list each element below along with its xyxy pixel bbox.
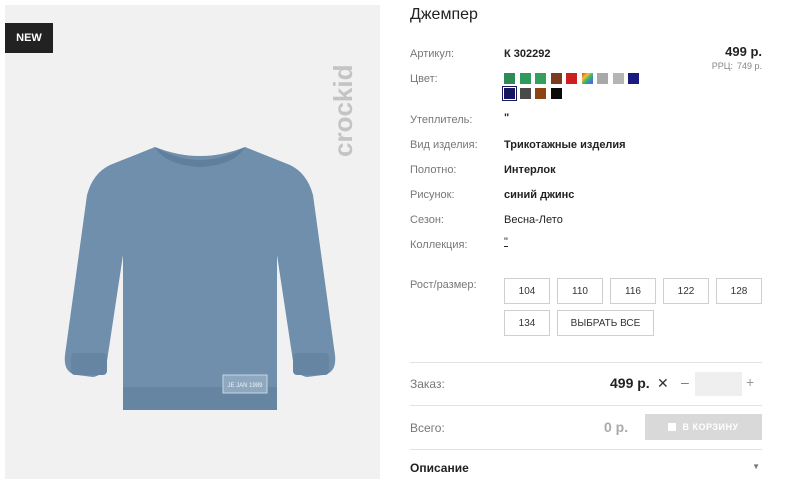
- remove-icon[interactable]: ✕: [657, 375, 669, 392]
- size-options: 104 110 116 122 128 134 ВЫБРАТЬ ВСЕ: [504, 278, 762, 338]
- color-swatch[interactable]: [550, 73, 562, 84]
- fabric-value: Интерлок: [504, 164, 556, 176]
- size-option-104[interactable]: 104: [504, 278, 550, 304]
- color-swatch[interactable]: [535, 88, 546, 99]
- left-cuff: [71, 353, 107, 375]
- size-option-128[interactable]: 128: [716, 278, 762, 304]
- chevron-down-icon[interactable]: ▼: [752, 462, 760, 471]
- product-title: Джемпер: [410, 6, 478, 23]
- color-swatch[interactable]: [504, 73, 515, 84]
- select-all-sizes-button[interactable]: ВЫБРАТЬ ВСЕ: [557, 310, 654, 336]
- rrp-price: РРЦ: 749 р.: [712, 61, 762, 71]
- quantity-input[interactable]: [695, 372, 742, 396]
- product-price: 499 р.: [725, 44, 762, 59]
- order-label: Заказ:: [410, 377, 445, 391]
- color-label: Цвет:: [410, 73, 438, 85]
- rrp-label: РРЦ:: [711, 61, 733, 71]
- color-swatch[interactable]: [612, 73, 624, 84]
- color-swatch[interactable]: [502, 86, 517, 101]
- divider-order: [410, 362, 762, 363]
- size-option-110[interactable]: 110: [557, 278, 603, 304]
- article-value: К 302292: [504, 48, 551, 60]
- right-cuff: [293, 353, 329, 375]
- description-toggle[interactable]: Описание: [410, 461, 469, 475]
- pattern-label: Рисунок:: [410, 189, 455, 201]
- total-value: 0 р.: [604, 419, 629, 435]
- color-swatch[interactable]: [566, 73, 577, 84]
- insulation-value: ": [504, 112, 510, 124]
- new-badge: NEW: [5, 23, 53, 53]
- size-label: Рост/размер:: [410, 279, 477, 291]
- product-photo[interactable]: JE JAN 1989: [45, 125, 355, 425]
- type-label: Вид изделия:: [410, 139, 478, 151]
- rrp-value: 749 р.: [736, 61, 762, 71]
- fabric-label: Полотно:: [410, 164, 457, 176]
- season-value: Весна-Лето: [504, 214, 563, 226]
- quantity-decrease-button[interactable]: –: [681, 374, 689, 390]
- color-swatch[interactable]: [519, 73, 531, 84]
- quantity-increase-button[interactable]: +: [746, 374, 754, 390]
- total-label: Всего:: [410, 421, 445, 435]
- collection-link[interactable]: ": [504, 236, 508, 248]
- color-swatch[interactable]: [519, 88, 531, 99]
- size-option-116[interactable]: 116: [610, 278, 656, 304]
- divider-total: [410, 405, 762, 406]
- add-to-cart-label: В КОРЗИНУ: [682, 422, 739, 432]
- color-swatch[interactable]: [535, 73, 546, 84]
- collection-label: Коллекция:: [410, 239, 468, 251]
- size-option-134[interactable]: 134: [504, 310, 550, 336]
- color-swatch[interactable]: [597, 73, 608, 84]
- sweater-patch-text: JE JAN 1989: [227, 383, 263, 389]
- product-info: Джемпер Артикул: К 302292 499 р. РРЦ: 749…: [410, 0, 762, 484]
- article-label: Артикул:: [410, 48, 455, 60]
- color-swatch[interactable]: [628, 73, 639, 84]
- season-label: Сезон:: [410, 214, 444, 226]
- insulation-label: Утеплитель:: [410, 114, 473, 126]
- color-swatch[interactable]: [550, 88, 562, 99]
- type-value: Трикотажные изделия: [504, 139, 626, 151]
- add-to-cart-button[interactable]: В КОРЗИНУ: [645, 414, 762, 440]
- order-price: 499 р.: [610, 375, 650, 391]
- product-gallery: NEW crockid JE JAN 1989: [5, 5, 380, 479]
- color-swatch[interactable]: [581, 73, 593, 84]
- pattern-value: синий джинс: [504, 189, 575, 201]
- divider-description: [410, 449, 762, 450]
- size-option-122[interactable]: 122: [663, 278, 709, 304]
- cart-icon: [668, 423, 677, 431]
